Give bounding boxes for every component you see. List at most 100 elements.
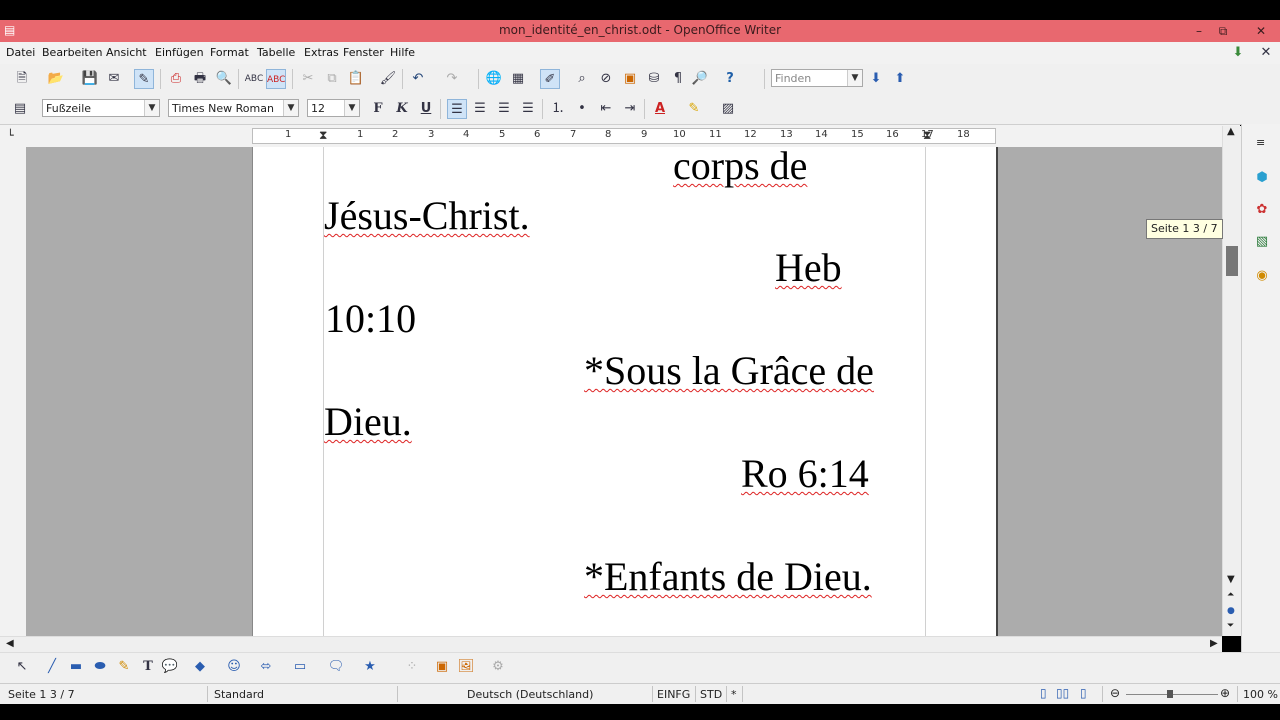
hyperlink-icon[interactable]: 🌐	[484, 69, 504, 89]
redo-icon[interactable]: ↷	[442, 69, 462, 89]
scroll-thumb[interactable]	[1226, 246, 1238, 276]
block-arrows-icon[interactable]: ⬄	[256, 657, 276, 677]
new-document-icon[interactable]: 🗎	[12, 69, 32, 89]
copy-icon[interactable]: ⧉	[322, 69, 342, 89]
book-view-icon[interactable]: ▯	[1080, 686, 1087, 700]
increase-indent-icon[interactable]: ⇥	[620, 99, 640, 119]
doc-line[interactable]: Heb	[775, 246, 842, 290]
points-icon[interactable]: ⁘	[402, 657, 422, 677]
export-pdf-icon[interactable]: ⎙	[166, 69, 186, 89]
doc-line[interactable]: corps de	[673, 147, 807, 188]
navigator-sidebar-icon[interactable]: ◉	[1252, 266, 1272, 286]
menu-format[interactable]: Format	[210, 46, 249, 59]
align-left-icon[interactable]: ☰	[447, 99, 467, 119]
close-button[interactable]: ✕	[1250, 21, 1272, 41]
navigator-icon[interactable]: ⊘	[596, 69, 616, 89]
bullets-icon[interactable]: •	[572, 99, 592, 119]
left-indent-marker-icon[interactable]: ⧗	[319, 128, 327, 143]
table-icon[interactable]: ▦	[508, 69, 528, 89]
chevron-down-icon[interactable]: ▼	[847, 70, 862, 86]
zoom-in-icon[interactable]: ⊕	[1220, 686, 1230, 700]
justify-icon[interactable]: ☰	[518, 99, 538, 119]
properties-icon[interactable]: ⬢	[1252, 168, 1272, 188]
page-style-status[interactable]: Standard	[214, 688, 264, 701]
align-right-icon[interactable]: ☰	[494, 99, 514, 119]
restore-button[interactable]: ⧉	[1212, 21, 1234, 41]
scroll-right-icon[interactable]: ▶	[1210, 638, 1218, 649]
auto-spellcheck-icon[interactable]: ABC	[266, 69, 286, 89]
nonprinting-characters-icon[interactable]: ¶	[668, 69, 688, 89]
scroll-down-icon[interactable]: ▼	[1227, 574, 1235, 585]
decrease-indent-icon[interactable]: ⇤	[596, 99, 616, 119]
previous-page-icon[interactable]: ⏶	[1227, 590, 1234, 600]
show-draw-functions-icon[interactable]: ✐	[540, 69, 560, 89]
font-name-select[interactable]: Times New Roman ▼	[168, 99, 299, 117]
data-sources-icon[interactable]: ⛁	[644, 69, 664, 89]
email-icon[interactable]: ✉	[104, 69, 124, 89]
highlighting-icon[interactable]: ✎	[684, 99, 704, 119]
insert-mode-status[interactable]: EINFG	[657, 688, 690, 701]
text-icon[interactable]: T	[138, 657, 158, 677]
sidebar-menu-icon[interactable]: ≡	[1256, 136, 1265, 149]
scroll-up-icon[interactable]: ▲	[1227, 126, 1235, 137]
document-page[interactable]: corps de Jésus-Christ. Heb 10:10 *Sous l…	[252, 147, 998, 636]
flowcharts-icon[interactable]: ▭	[290, 657, 310, 677]
align-center-icon[interactable]: ☰	[470, 99, 490, 119]
page-status[interactable]: Seite 1 3 / 7	[8, 688, 75, 701]
freeform-icon[interactable]: ✎	[114, 657, 134, 677]
cut-icon[interactable]: ✂	[298, 69, 318, 89]
chevron-down-icon[interactable]: ▼	[144, 100, 159, 116]
single-page-view-icon[interactable]: ▯	[1040, 686, 1047, 700]
callouts-icon[interactable]: 💬	[160, 657, 180, 677]
chevron-down-icon[interactable]: ▼	[283, 100, 298, 116]
ellipse-icon[interactable]: ⬬	[90, 657, 110, 677]
format-paintbrush-icon[interactable]: 🖌	[378, 69, 398, 89]
background-color-icon[interactable]: ▨	[718, 99, 738, 119]
gallery-sidebar-icon[interactable]: ▧	[1252, 232, 1272, 252]
print-preview-icon[interactable]: 🔍	[214, 69, 234, 89]
menu-fenster[interactable]: Fenster	[343, 46, 384, 59]
menu-hilfe[interactable]: Hilfe	[390, 46, 415, 59]
doc-line[interactable]: 10:10	[325, 297, 416, 341]
paste-icon[interactable]: 📋	[346, 69, 366, 89]
multi-page-view-icon[interactable]: ▯▯	[1056, 686, 1069, 700]
undo-icon[interactable]: ↶	[408, 69, 428, 89]
right-indent-marker-icon[interactable]: ⧗	[923, 128, 931, 143]
symbol-shapes-icon[interactable]: ☺	[224, 657, 244, 677]
spellcheck-icon[interactable]: ABC	[244, 69, 264, 89]
styles-icon[interactable]: ✿	[1252, 200, 1272, 220]
styles-formatting-icon[interactable]: ▤	[10, 99, 30, 119]
doc-line[interactable]: *Enfants de Dieu.	[584, 555, 872, 599]
doc-line[interactable]: Jésus-Christ.	[324, 194, 530, 238]
menu-bearbeiten[interactable]: Bearbeiten	[42, 46, 102, 59]
font-color-icon[interactable]: A	[650, 99, 670, 119]
underline-icon[interactable]: U	[416, 99, 436, 119]
menu-einfuegen[interactable]: Einfügen	[155, 46, 204, 59]
find-input[interactable]: Finden ▼	[771, 69, 863, 87]
horizontal-ruler[interactable]: 1 1 2 3 4 5 6 7 8 9 10 11 12 13 14 15 16…	[252, 128, 996, 144]
zoom-icon[interactable]: 🔎	[690, 69, 710, 89]
extrusion-icon[interactable]: ⚙	[488, 657, 508, 677]
navigation-icon[interactable]: ●	[1227, 606, 1235, 616]
horizontal-scrollbar[interactable]: ◀ ▶	[0, 636, 1222, 653]
zoom-level[interactable]: 100 %	[1243, 688, 1278, 701]
stars-icon[interactable]: ★	[360, 657, 380, 677]
doc-line[interactable]: *Sous la Grâce de	[584, 349, 874, 393]
close-document-icon[interactable]: ✕	[1256, 43, 1276, 63]
gallery-icon[interactable]: ▣	[620, 69, 640, 89]
doc-line[interactable]: Ro 6:14	[741, 452, 869, 496]
doc-line[interactable]: Dieu.	[324, 400, 412, 444]
find-replace-icon[interactable]: ⌕	[572, 69, 592, 89]
chevron-down-icon[interactable]: ▼	[344, 100, 359, 116]
font-size-select[interactable]: 12 ▼	[307, 99, 360, 117]
menu-datei[interactable]: Datei	[6, 46, 35, 59]
scroll-left-icon[interactable]: ◀	[6, 638, 14, 649]
find-next-icon[interactable]: ⬇	[866, 69, 886, 89]
callout-shapes-icon[interactable]: 🗨	[326, 657, 346, 677]
paragraph-style-select[interactable]: Fußzeile ▼	[42, 99, 160, 117]
language-status[interactable]: Deutsch (Deutschland)	[467, 688, 593, 701]
print-icon[interactable]: 🖶	[190, 69, 210, 89]
italic-icon[interactable]: K	[392, 99, 412, 119]
open-icon[interactable]: 📂	[46, 69, 66, 89]
help-icon[interactable]: ?	[720, 69, 740, 89]
